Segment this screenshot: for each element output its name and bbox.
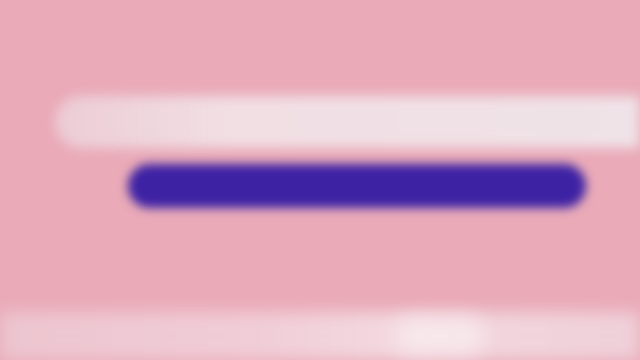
progress-fill <box>128 164 586 208</box>
banner-strip <box>55 96 640 148</box>
footer-highlight <box>395 318 485 354</box>
progress-bar <box>128 164 586 208</box>
footer-bar <box>0 312 640 360</box>
app-screen <box>0 0 640 360</box>
